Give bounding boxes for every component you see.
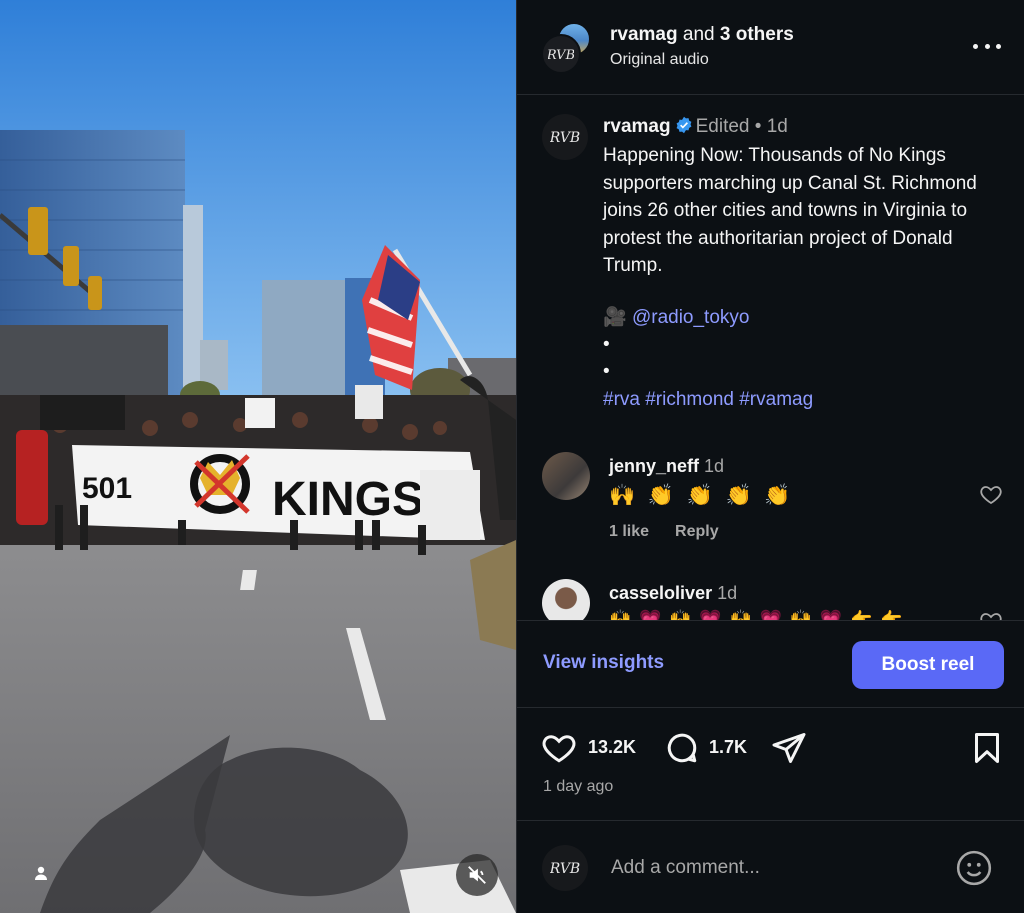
svg-text:RVB: RVB xyxy=(550,130,580,146)
emoji-picker-icon[interactable] xyxy=(955,849,993,887)
caption-username[interactable]: rvamag xyxy=(603,116,671,137)
mute-icon[interactable] xyxy=(456,854,498,896)
comment-text: 🙌 💗 🙌 💗 🙌 💗 🙌 💗 👉 👉 xyxy=(609,609,904,620)
hashtags-link[interactable]: #rva #richmond #rvamag xyxy=(603,386,1013,413)
comment-actions: 1 like Reply xyxy=(609,523,745,541)
rvamag-avatar: RVB xyxy=(541,34,581,74)
reel-video[interactable]: 501 KINGS xyxy=(0,0,516,913)
post-header: RVB rvamag and 3 others Original audio xyxy=(517,0,1024,95)
comment-composer: RVB Add a comment... xyxy=(517,820,1024,913)
commenter-avatar[interactable] xyxy=(542,579,590,620)
meta-separator: • xyxy=(749,116,767,137)
svg-text:RVB: RVB xyxy=(548,48,574,63)
rvamag-logo-icon: RVB xyxy=(550,861,580,877)
comment-header: casseloliver 1d xyxy=(609,583,737,604)
svg-text:RVB: RVB xyxy=(550,861,580,877)
caption-dot: • xyxy=(603,333,610,355)
comment-text: 🙌 👏 👏 👏 👏 xyxy=(609,483,794,507)
post-timestamp: 1 day ago xyxy=(543,778,614,795)
caption-text: Happening Now: Thousands of No Kings sup… xyxy=(603,145,977,276)
edited-label: Edited xyxy=(695,116,750,137)
like-count[interactable]: 13.2K xyxy=(588,737,636,758)
comment-like-heart-icon[interactable] xyxy=(979,482,1003,506)
verified-badge-icon xyxy=(676,116,692,134)
view-insights-link[interactable]: View insights xyxy=(543,652,664,674)
banner-501-text: 501 xyxy=(82,472,132,505)
tagged-user-icon[interactable] xyxy=(28,860,54,886)
collaborator-avatars[interactable]: RVB xyxy=(541,22,597,74)
reply-button[interactable]: Reply xyxy=(675,523,719,540)
comment-username[interactable]: casseloliver xyxy=(609,583,712,603)
camera-emoji: 🎥 xyxy=(603,305,627,328)
share-send-icon[interactable] xyxy=(771,730,807,766)
comment-item: jenny_neff 1d 🙌 👏 👏 👏 👏 1 like Reply xyxy=(517,450,1024,570)
save-bookmark-icon[interactable] xyxy=(969,730,1005,766)
comment-count[interactable]: 1.7K xyxy=(709,737,747,758)
comment-username[interactable]: jenny_neff xyxy=(609,456,699,476)
comment-header: jenny_neff 1d xyxy=(609,456,724,477)
boost-reel-button[interactable]: Boost reel xyxy=(852,641,1004,689)
others-link[interactable]: 3 others xyxy=(720,24,794,45)
caption: rvamag Edited • 1d Happening Now: Thousan… xyxy=(603,116,1013,413)
engagement-bar: 13.2K 1.7K 1 day ago xyxy=(517,709,1024,819)
caption-dot: • xyxy=(603,360,610,382)
banner-kings-text: KINGS xyxy=(272,473,424,526)
comment-item: casseloliver 1d 🙌 💗 🙌 💗 🙌 💗 🙌 💗 👉 👉 xyxy=(517,579,1024,620)
comments-scroll-area[interactable]: RVB rvamag Edited • 1d Happening Now: Tho… xyxy=(517,96,1024,620)
credit-line: 🎥 @radio_tokyo xyxy=(603,304,1013,331)
comment-bubble-icon[interactable] xyxy=(664,730,700,766)
post-owner-title[interactable]: rvamag and 3 others xyxy=(610,24,794,46)
rvamag-logo-icon: RVB xyxy=(550,130,580,146)
like-heart-icon[interactable] xyxy=(541,730,577,766)
owner-username[interactable]: rvamag xyxy=(610,24,678,45)
current-user-avatar: RVB xyxy=(542,845,588,891)
rvamag-logo-icon: RVB xyxy=(548,48,574,63)
comment-age: 1d xyxy=(704,456,725,476)
more-options-icon[interactable] xyxy=(973,34,1001,58)
credit-mention-link[interactable]: @radio_tokyo xyxy=(632,307,750,328)
caption-age: 1d xyxy=(766,116,788,137)
and-text: and xyxy=(677,24,720,45)
comment-like-heart-icon[interactable] xyxy=(979,609,1003,620)
caption-author-avatar[interactable]: RVB xyxy=(542,114,588,160)
insights-bar: View insights Boost reel xyxy=(517,620,1024,708)
commenter-avatar[interactable] xyxy=(542,452,590,500)
post-detail-panel: RVB rvamag and 3 others Original audio R… xyxy=(516,0,1024,913)
audio-label[interactable]: Original audio xyxy=(610,51,709,69)
add-comment-input[interactable]: Add a comment... xyxy=(611,857,760,879)
comment-like-count[interactable]: 1 like xyxy=(609,523,649,540)
comment-age: 1d xyxy=(717,583,738,603)
protest-march-video-frame: 501 KINGS xyxy=(0,0,516,913)
